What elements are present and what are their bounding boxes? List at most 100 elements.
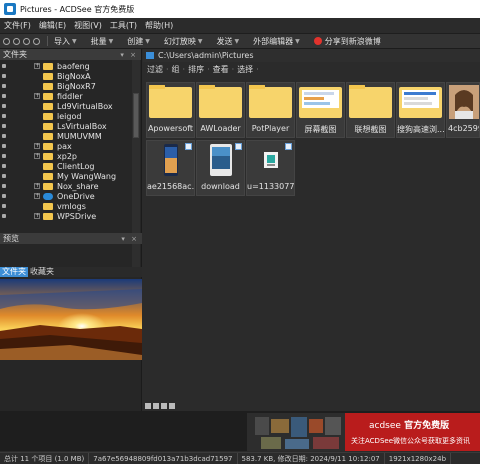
- tree-item[interactable]: leigod: [0, 111, 132, 121]
- tree-item[interactable]: + Nox_share: [0, 181, 132, 191]
- thumbnail-label: download: [201, 182, 240, 191]
- thumbnail-item[interactable]: 搜狗高速浏...: [396, 82, 445, 138]
- cloud-icon: [43, 192, 53, 200]
- panel-controls-icon[interactable]: ▾ ×: [121, 235, 139, 243]
- pin-icon: [2, 164, 6, 168]
- folder-with-screenshots-icon: [399, 86, 442, 118]
- tab-folders[interactable]: 文件夹: [0, 267, 28, 277]
- tree-item[interactable]: + pax: [0, 141, 132, 151]
- expand-icon[interactable]: +: [34, 63, 40, 69]
- filter-bar: 过滤 · 组 · 排序 · 查看 · 选择 ·: [143, 62, 480, 77]
- path-bar[interactable]: C:\Users\admin\Pictures: [143, 49, 480, 62]
- thumbnail-item[interactable]: u=1133077...: [246, 140, 295, 196]
- folder-icon: [43, 82, 53, 90]
- folder-icon: [349, 85, 392, 118]
- folder-icon: [43, 122, 53, 130]
- thumbnail-item[interactable]: download: [196, 140, 245, 196]
- slideshow-button[interactable]: 幻灯放映 ▼: [164, 36, 203, 47]
- expand-icon[interactable]: +: [34, 93, 40, 99]
- current-path: C:\Users\admin\Pictures: [158, 51, 254, 60]
- acdsee-app-icon: [4, 3, 16, 15]
- tree-item[interactable]: Ld9VirtualBox: [0, 101, 132, 111]
- filter-dropdown[interactable]: 过滤: [147, 64, 163, 75]
- expand-icon[interactable]: +: [34, 153, 40, 159]
- thumbnail-item[interactable]: ae21568ac...: [146, 140, 195, 196]
- toolbar-divider: [47, 36, 48, 46]
- select-dropdown[interactable]: 选择: [237, 64, 253, 75]
- tree-item[interactable]: BigNoxR7: [0, 81, 132, 91]
- external-editor-button[interactable]: 外部编辑器 ▼: [253, 36, 300, 47]
- filmstrip-view-icon[interactable]: [169, 403, 175, 409]
- pin-icon: [2, 194, 6, 198]
- thumbnail-item[interactable]: 联想截图: [346, 82, 395, 138]
- weibo-icon: [313, 37, 322, 45]
- import-button[interactable]: 导入 ▼: [54, 36, 77, 47]
- group-dropdown[interactable]: 组: [172, 64, 180, 75]
- tree-item[interactable]: vmlogs: [0, 201, 132, 211]
- menu-edit[interactable]: 编辑(E): [39, 20, 66, 31]
- share-weibo-label: 分享到新浪微博: [324, 36, 381, 46]
- tree-item[interactable]: BigNoxA: [0, 71, 132, 81]
- expand-icon[interactable]: +: [34, 143, 40, 149]
- scrollbar-thumb[interactable]: [133, 93, 139, 138]
- window-title: Pictures - ACDSee 官方免费版: [20, 4, 135, 14]
- tree-item[interactable]: + OneDrive: [0, 191, 132, 201]
- tree-item-label: Nox_share: [57, 181, 99, 191]
- menu-file[interactable]: 文件(F): [4, 20, 31, 31]
- thumbnail-item[interactable]: 屏幕截图: [296, 82, 345, 138]
- batch-button[interactable]: 批量 ▼: [91, 36, 114, 47]
- expand-icon[interactable]: +: [34, 183, 40, 189]
- thumbnail-grid: Apowersoft AWLoader PotPlayer 屏幕截图 联想截图 …: [143, 78, 480, 378]
- expand-icon[interactable]: +: [34, 213, 40, 219]
- thumbnail-view-icon[interactable]: [145, 403, 151, 409]
- ad-collage-image: [247, 413, 345, 451]
- thumbnail-image: [299, 85, 342, 119]
- pin-icon: [2, 154, 6, 158]
- tree-item[interactable]: + xp2p: [0, 151, 132, 161]
- folder-icon: [43, 172, 53, 180]
- list-view-icon[interactable]: [161, 403, 167, 409]
- tree-item[interactable]: + baofeng: [0, 61, 132, 71]
- pin-icon: [2, 184, 6, 188]
- pin-icon: [2, 114, 6, 118]
- tree-item-label: pax: [57, 141, 72, 151]
- view-dropdown[interactable]: 查看: [213, 64, 229, 75]
- slideshow-label: 幻灯放映: [163, 36, 196, 46]
- separator-dot-icon: ·: [182, 65, 186, 74]
- thumbnail-item[interactable]: PotPlayer: [246, 82, 295, 138]
- tree-item[interactable]: LsVirtualBox: [0, 121, 132, 131]
- menu-help[interactable]: 帮助(H): [145, 20, 173, 31]
- nav-back-icon[interactable]: [3, 37, 10, 45]
- tree-item[interactable]: + WPSDrive: [0, 211, 132, 221]
- tab-favorites[interactable]: 收藏夹: [28, 267, 56, 277]
- thumbnail-item[interactable]: 4cb2599a...: [446, 82, 480, 138]
- pin-icon: [2, 214, 6, 218]
- share-weibo-button[interactable]: 分享到新浪微博: [313, 36, 381, 47]
- details-view-icon[interactable]: [153, 403, 159, 409]
- panel-controls-icon[interactable]: ▾ ×: [120, 51, 138, 59]
- tree-item[interactable]: My WangWang: [0, 171, 132, 181]
- menu-view[interactable]: 视图(V): [74, 20, 102, 31]
- thumbnail-item[interactable]: Apowersoft: [146, 82, 195, 138]
- tree-item[interactable]: ClientLog: [0, 161, 132, 171]
- status-bar: 总计 11 个项目 (1.0 MB) 7a67e56948809fd013a71…: [0, 452, 480, 464]
- nav-forward-icon[interactable]: [13, 37, 20, 45]
- sort-dropdown[interactable]: 排序: [188, 64, 204, 75]
- view-mode-icons: [145, 403, 177, 409]
- pin-icon: [2, 204, 6, 208]
- folder-icon: [249, 85, 292, 118]
- nav-home-icon[interactable]: [33, 37, 40, 45]
- folder-path-icon: [146, 52, 154, 59]
- thumbnail-item[interactable]: AWLoader: [196, 82, 245, 138]
- tree-item-label: ClientLog: [57, 161, 95, 171]
- tree-item[interactable]: MUMUVMM: [0, 131, 132, 141]
- nav-up-icon[interactable]: [23, 37, 30, 45]
- tree-item[interactable]: + fiddler: [0, 91, 132, 101]
- send-button[interactable]: 发送 ▼: [217, 36, 240, 47]
- expand-icon[interactable]: +: [34, 193, 40, 199]
- create-button[interactable]: 创建 ▼: [127, 36, 150, 47]
- folder-icon: [43, 72, 53, 80]
- preview-image: [0, 279, 142, 360]
- ad-banner[interactable]: acdsee 官方免费版 关注ACDSee微信公众号获取更多资讯: [247, 413, 480, 451]
- menu-tools[interactable]: 工具(T): [110, 20, 137, 31]
